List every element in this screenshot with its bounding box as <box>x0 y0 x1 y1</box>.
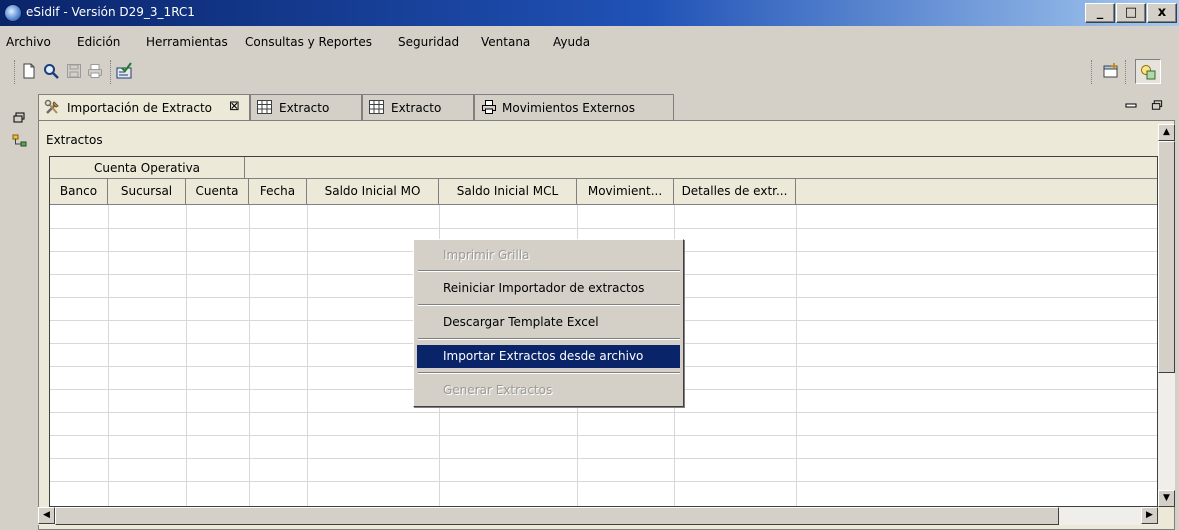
maximize-view-icon[interactable] <box>1150 99 1164 112</box>
save-icon[interactable] <box>65 62 83 80</box>
window-title: eSidif - Versión D29_3_1RC1 <box>26 5 195 19</box>
tab-close-icon[interactable]: ⊠ <box>229 99 240 114</box>
grid-line <box>50 228 1157 229</box>
scroll-down-button[interactable]: ▼ <box>1158 490 1175 507</box>
toolbar <box>0 56 1179 88</box>
column-header-banco[interactable]: Banco <box>50 179 108 205</box>
tab-movimientos-externos[interactable]: Movimientos Externos <box>474 94 674 120</box>
grid-icon <box>257 100 272 114</box>
grid-line <box>50 412 1157 413</box>
column-header-cuenta[interactable]: Cuenta <box>186 179 249 205</box>
section-title: Extractos <box>46 133 103 147</box>
toolbar-grip[interactable] <box>14 60 17 84</box>
app-icon <box>4 4 22 22</box>
column-header-sucursal[interactable]: Sucursal <box>108 179 186 205</box>
tab-extracto-2[interactable]: Extracto <box>362 94 474 120</box>
tab-extracto-1[interactable]: Extracto <box>250 94 362 120</box>
perspective-icon <box>1141 65 1156 80</box>
horizontal-scroll-thumb[interactable] <box>55 507 1059 525</box>
menu-bar: Archivo Edición Herramientas Consultas y… <box>0 26 1179 56</box>
tab-label: Extracto <box>279 101 330 115</box>
toolbar-grip-right[interactable] <box>1091 60 1094 84</box>
menu-consultas-reportes[interactable]: Consultas y Reportes <box>245 35 372 49</box>
menu-separator <box>418 338 680 340</box>
minimize-button[interactable]: _ <box>1085 3 1115 23</box>
tab-label: Importación de Extracto <box>67 101 213 115</box>
open-perspective-icon[interactable] <box>1102 62 1120 80</box>
column-header-detalles-extracto[interactable]: Detalles de extr... <box>674 179 796 205</box>
menu-item-reiniciar-importador[interactable]: Reiniciar Importador de extractos <box>417 277 680 300</box>
menu-ayuda[interactable]: Ayuda <box>553 35 590 49</box>
grid-line <box>50 435 1157 436</box>
scroll-left-button[interactable]: ◀ <box>38 507 55 524</box>
menu-seguridad[interactable]: Seguridad <box>398 35 459 49</box>
column-header-filler <box>796 179 1157 205</box>
column-header-saldo-inicial-mo[interactable]: Saldo Inicial MO <box>307 179 439 205</box>
menu-ventana[interactable]: Ventana <box>481 35 530 49</box>
menu-item-generar-extractos[interactable]: Generar Extractos <box>417 379 680 402</box>
tools-icon <box>44 99 59 114</box>
grid-line <box>50 481 1157 482</box>
printer-icon <box>482 100 496 114</box>
search-icon[interactable] <box>42 62 60 80</box>
context-menu: Imprimir Grilla Reiniciar Importador de … <box>413 239 684 407</box>
menu-separator <box>418 304 680 306</box>
vertical-scrollbar[interactable]: ▲ ▼ <box>1158 124 1175 507</box>
tab-importacion-extracto[interactable]: Importación de Extracto ⊠ <box>38 94 250 120</box>
vertical-scroll-thumb[interactable] <box>1158 141 1175 373</box>
group-header-empty <box>245 157 1157 179</box>
perspective-toggle[interactable] <box>1135 59 1161 84</box>
menu-item-importar-extractos[interactable]: Importar Extractos desde archivo <box>417 345 680 368</box>
menu-herramientas[interactable]: Herramientas <box>146 35 228 49</box>
new-document-icon[interactable] <box>20 62 38 80</box>
tab-label: Movimientos Externos <box>502 101 635 115</box>
grid-line <box>50 458 1157 459</box>
minimize-view-icon[interactable] <box>1124 100 1138 110</box>
toolbar-separator-right <box>1125 60 1128 84</box>
hierarchy-view-icon[interactable] <box>12 133 28 149</box>
menu-item-descargar-template[interactable]: Descargar Template Excel <box>417 311 680 334</box>
tab-label: Extracto <box>391 101 442 115</box>
column-header-fecha[interactable]: Fecha <box>249 179 307 205</box>
scroll-up-button[interactable]: ▲ <box>1158 124 1175 141</box>
menu-edicion[interactable]: Edición <box>77 35 120 49</box>
horizontal-scrollbar[interactable]: ◀ ▶ <box>38 507 1158 525</box>
print-icon[interactable] <box>86 62 104 80</box>
title-bar[interactable]: eSidif - Versión D29_3_1RC1 _ □ x <box>0 0 1179 26</box>
grid-icon <box>369 100 384 114</box>
menu-separator <box>418 270 680 272</box>
menu-item-imprimir-grilla[interactable]: Imprimir Grilla <box>417 244 680 267</box>
validate-form-icon[interactable] <box>115 62 133 80</box>
left-trim-strip <box>0 88 38 530</box>
group-header-cuenta-operativa: Cuenta Operativa <box>50 157 245 179</box>
toolbar-separator <box>110 60 113 84</box>
close-button[interactable]: x <box>1147 3 1177 23</box>
scroll-right-button[interactable]: ▶ <box>1141 507 1158 524</box>
column-header-saldo-inicial-mcl[interactable]: Saldo Inicial MCL <box>439 179 577 205</box>
menu-separator <box>418 372 680 374</box>
maximize-button[interactable]: □ <box>1116 3 1146 23</box>
column-header-movimientos[interactable]: Movimient... <box>577 179 674 205</box>
restore-icon[interactable] <box>12 111 26 125</box>
menu-archivo[interactable]: Archivo <box>6 35 51 49</box>
